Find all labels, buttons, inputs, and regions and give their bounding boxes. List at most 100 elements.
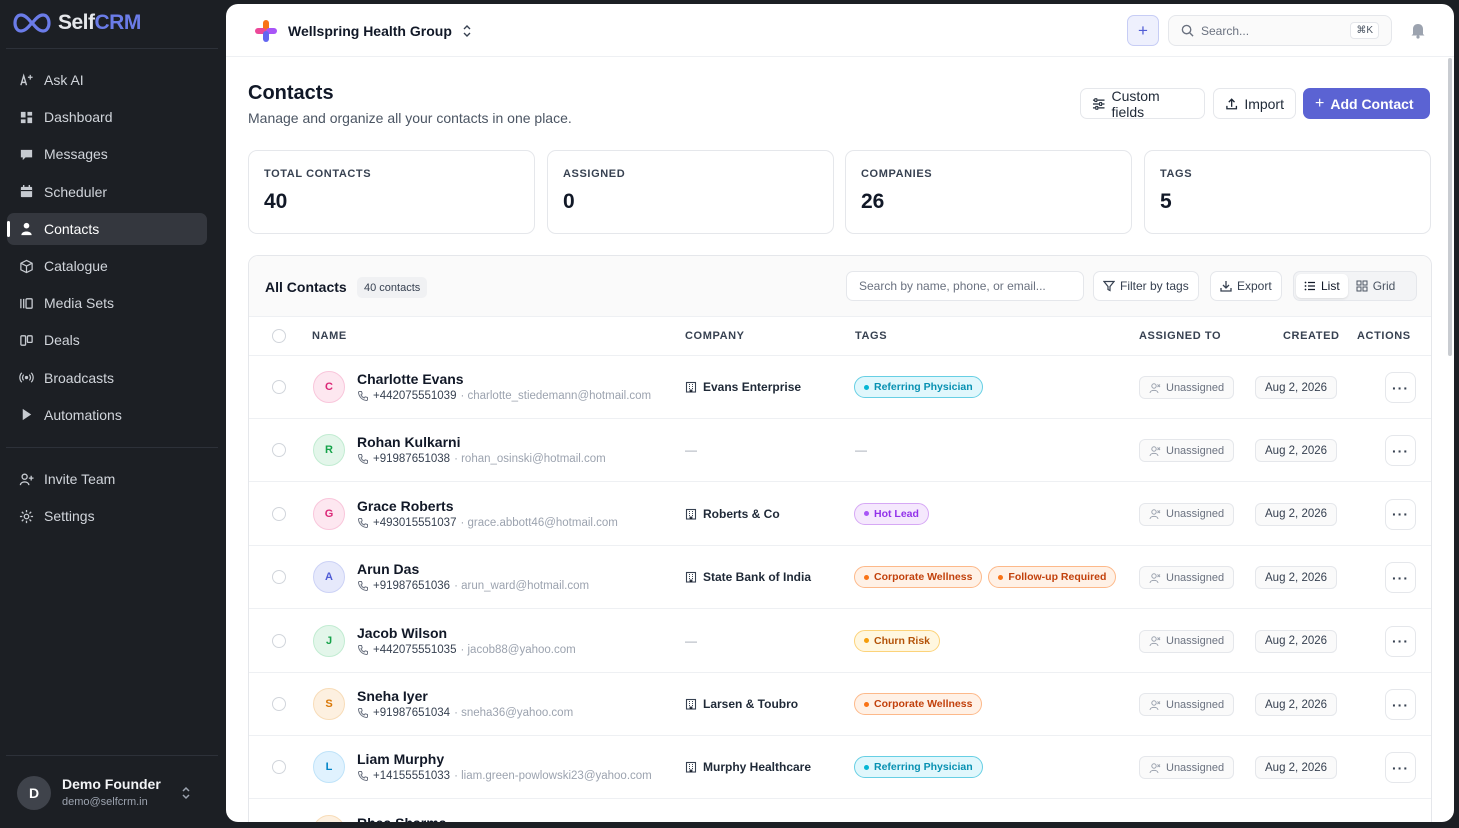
list-view-button[interactable]: List (1296, 274, 1348, 298)
sidebar-item-contacts[interactable]: Contacts (7, 212, 207, 245)
contact-name[interactable]: Rhea Sharma (357, 815, 446, 822)
global-search-input[interactable]: Search... ⌘K (1168, 15, 1392, 46)
unassigned-user-icon (1149, 636, 1161, 647)
row-actions-button[interactable]: ··· (1385, 435, 1416, 467)
tag-badge[interactable]: Hot Lead (854, 502, 929, 525)
grid-view-button[interactable]: Grid (1348, 274, 1404, 298)
user-menu[interactable]: D Demo Founder demo@selfcrm.in (0, 756, 218, 828)
contact-name[interactable]: Arun Das (357, 561, 419, 577)
column-assigned: ASSIGNED TO (1139, 330, 1222, 342)
assigned-badge[interactable]: Unassigned (1139, 439, 1235, 463)
contact-phone: +91987651036 (373, 580, 451, 593)
row-checkbox[interactable] (272, 633, 286, 648)
sidebar-item-media-sets[interactable]: Media Sets (7, 287, 207, 319)
custom-fields-button[interactable]: Custom fields (1080, 88, 1205, 120)
column-tags: TAGS (855, 330, 888, 342)
export-button[interactable]: Export (1210, 271, 1282, 301)
page-title: Contacts (248, 82, 334, 104)
row-checkbox[interactable] (272, 570, 286, 585)
row-actions-button[interactable]: ··· (1385, 752, 1416, 784)
assigned-badge[interactable]: Unassigned (1139, 756, 1235, 780)
stat-label: COMPANIES (861, 168, 933, 180)
column-actions: ACTIONS (1357, 330, 1411, 342)
assigned-badge[interactable]: Unassigned (1139, 376, 1235, 399)
contact-name[interactable]: Rohan Kulkarni (357, 434, 460, 450)
table-row[interactable]: C Charlotte Evans +442075551039 · charlotte… (249, 356, 1431, 419)
contact-name[interactable]: Charlotte Evans (357, 371, 464, 387)
table-row[interactable]: R Rohan Kulkarni +91987651038 · rohan_osins… (249, 419, 1431, 483)
tag-label: Churn Risk (874, 634, 931, 647)
contact-name[interactable]: Jacob Wilson (357, 625, 447, 641)
building-icon (685, 698, 697, 710)
chevron-up-down-icon (463, 25, 471, 37)
select-all-checkbox[interactable] (272, 329, 286, 343)
phone-icon (357, 708, 368, 719)
media-icon (18, 295, 34, 311)
table-row[interactable]: R Rhea Sharma (249, 800, 1431, 822)
contact-meta: +14155551033 · liam.green-powlowski23@yah… (357, 770, 652, 782)
assigned-badge[interactable]: Unassigned (1139, 629, 1235, 653)
table-row[interactable]: J Jacob Wilson +442075551035 · jacob88@yaho… (249, 610, 1431, 673)
sidebar-item-label: Automations (44, 406, 122, 423)
table-row[interactable]: G Grace Roberts +493015551037 · grace.abbot… (249, 483, 1431, 546)
assigned-badge[interactable]: Unassigned (1139, 566, 1235, 590)
table-row[interactable]: A Arun Das +91987651036 · arun_ward@hotmail… (249, 546, 1431, 610)
row-actions-button[interactable]: ··· (1385, 625, 1416, 657)
row-checkbox[interactable] (272, 760, 286, 775)
tag-dot (864, 511, 869, 517)
row-checkbox[interactable] (272, 380, 286, 394)
sidebar-item-broadcasts[interactable]: Broadcasts (7, 362, 207, 394)
row-actions-button[interactable]: ··· (1385, 562, 1416, 594)
contact-phone: +91987651034 (373, 707, 451, 719)
contact-tags: Referring Physician (854, 376, 983, 398)
tag-badge[interactable]: Referring Physician (854, 376, 983, 398)
sidebar-item-catalogue[interactable]: Catalogue (7, 250, 207, 282)
assigned-badge[interactable]: Unassigned (1139, 693, 1235, 716)
sidebar-item-ask-ai[interactable]: Ask AI (7, 64, 207, 96)
contact-name[interactable]: Sneha Iyer (357, 688, 428, 704)
tag-badge[interactable]: Churn Risk (854, 629, 941, 652)
sidebar-item-messages[interactable]: Messages (7, 138, 207, 170)
quick-add-button[interactable]: + (1127, 15, 1159, 46)
contact-name[interactable]: Liam Murphy (357, 751, 444, 767)
table-row[interactable]: L Liam Murphy +14155551033 · liam.green-pow… (249, 736, 1431, 800)
company-name: Murphy Healthcare (703, 760, 812, 775)
column-company[interactable]: COMPANY (685, 330, 745, 342)
tag-label: Hot Lead (874, 507, 919, 520)
tag-badge[interactable]: Referring Physician (854, 756, 983, 779)
contacts-search-input[interactable]: Search by name, phone, or email... (846, 271, 1084, 301)
export-label: Export (1237, 279, 1272, 293)
row-checkbox[interactable] (272, 506, 286, 521)
sidebar-item-automations[interactable]: Automations (7, 399, 207, 431)
tag-badge[interactable]: Corporate Wellness (854, 693, 983, 715)
sidebar-item-settings[interactable]: Settings (7, 500, 207, 532)
app-logo[interactable]: SelfCRM (10, 10, 141, 36)
table-row[interactable]: S Sneha Iyer +91987651034 · sneha36@yahoo.c… (249, 673, 1431, 736)
add-contact-button[interactable]: + Add Contact (1303, 88, 1430, 119)
sidebar-item-scheduler[interactable]: Scheduler (7, 176, 207, 208)
upload-icon (1226, 97, 1238, 109)
contact-tags: Churn Risk (854, 629, 941, 652)
row-checkbox[interactable] (272, 697, 286, 711)
org-switcher[interactable]: Wellspring Health Group (254, 19, 472, 43)
scrollbar[interactable] (1448, 58, 1452, 356)
contact-name[interactable]: Grace Roberts (357, 498, 453, 514)
row-checkbox[interactable] (272, 443, 286, 458)
sidebar-item-invite-team[interactable]: Invite Team (7, 463, 207, 495)
column-created[interactable]: CREATED (1283, 330, 1340, 342)
row-actions-button[interactable]: ··· (1385, 372, 1416, 403)
tag-badge[interactable]: Corporate Wellness (854, 566, 983, 589)
filter-tags-button[interactable]: Filter by tags (1093, 271, 1199, 301)
row-actions-button[interactable]: ··· (1385, 498, 1416, 530)
import-button[interactable]: Import (1213, 88, 1296, 119)
sidebar-item-dashboard[interactable]: Dashboard (7, 101, 207, 133)
row-actions-button[interactable]: ··· (1385, 689, 1416, 720)
contact-avatar: A (313, 561, 345, 594)
contact-meta: +91987651038 · rohan_osinski@hotmail.com (357, 453, 606, 465)
sidebar-item-deals[interactable]: Deals (7, 324, 207, 356)
brand-crm: CRM (94, 11, 142, 34)
column-name[interactable]: NAME (312, 330, 347, 342)
bell-icon[interactable] (1410, 21, 1426, 39)
assigned-badge[interactable]: Unassigned (1139, 502, 1235, 526)
tag-badge[interactable]: Follow-up Required (988, 566, 1117, 589)
